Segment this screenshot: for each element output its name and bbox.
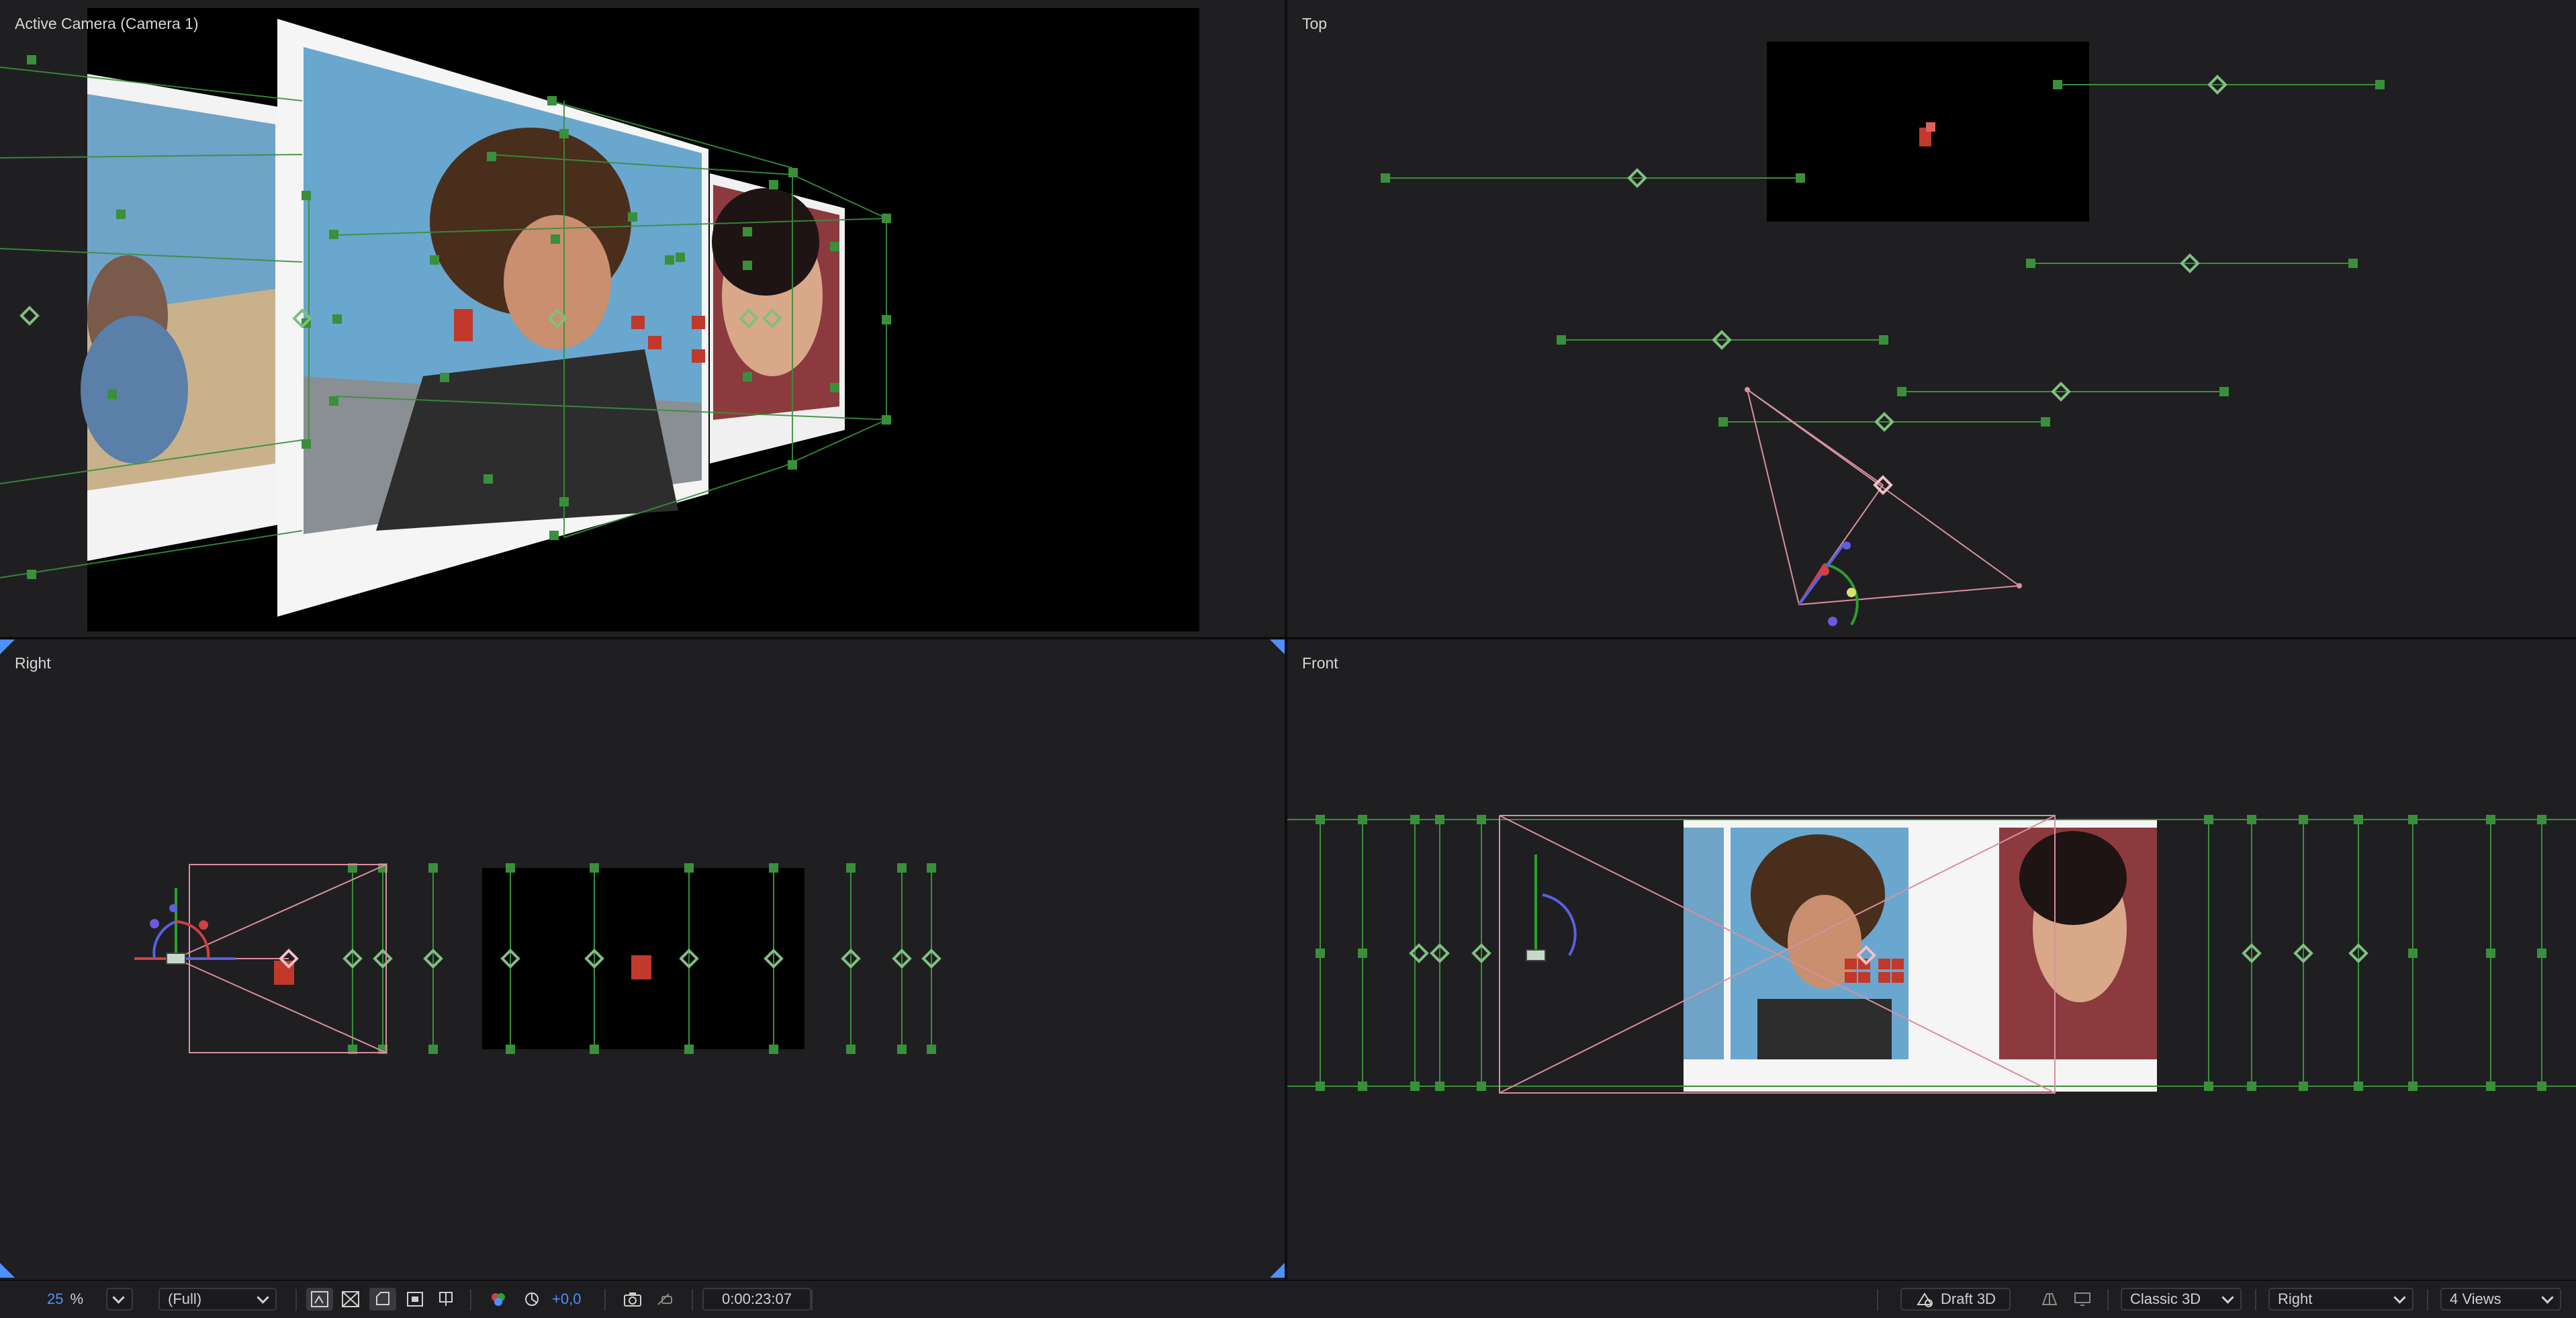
ground-plane-icon [2041, 1293, 2058, 1305]
renderer-label: Draft 3D [1941, 1290, 1996, 1307]
resolution-dropdown[interactable]: (Full) [158, 1288, 277, 1311]
camera-icon [624, 1292, 641, 1307]
viewer-statusbar: 25 % (Full) +0,0 0:00:23:07 Draft 3D Cla… [0, 1280, 2576, 1318]
view-value: Right [2278, 1290, 2313, 1307]
viewport-front[interactable]: Front [1287, 640, 2576, 1278]
draft-3d-button[interactable]: Draft 3D [1900, 1288, 2011, 1311]
renderer-dropdown[interactable]: Classic 3D [2121, 1288, 2242, 1311]
front-scene [1287, 815, 2576, 1094]
viewport-title: Front [1302, 654, 1338, 672]
transparency-grid-button[interactable] [337, 1288, 364, 1311]
chevron-down-icon [112, 1290, 125, 1304]
zoom-dropdown[interactable] [106, 1288, 133, 1311]
transparency-grid-icon [342, 1291, 359, 1307]
viewport-title: Active Camera (Camera 1) [15, 15, 199, 32]
viewport-title: Top [1302, 15, 1328, 32]
layout-value: 4 Views [2450, 1290, 2501, 1307]
current-time-field[interactable]: 0:00:23:07 [702, 1288, 811, 1311]
region-icon [407, 1292, 423, 1307]
exposure-value[interactable]: +0,0 [552, 1288, 581, 1311]
extended-viewer-icon [2074, 1292, 2090, 1306]
chevron-down-icon [257, 1290, 269, 1304]
show-snapshot-button[interactable] [651, 1288, 678, 1311]
draft-3d-icon [1917, 1292, 1933, 1307]
exposure-icon [525, 1292, 539, 1306]
chevron-down-icon [2221, 1290, 2234, 1304]
zoom-value[interactable]: 25 [47, 1290, 63, 1308]
top-scene [1381, 42, 2385, 626]
resolution-value: (Full) [168, 1290, 202, 1307]
viewport-active-camera[interactable]: Active Camera (Camera 1) [0, 0, 1285, 637]
region-of-interest-button[interactable] [402, 1288, 428, 1311]
viewport-top[interactable]: Top [1287, 0, 2576, 637]
view-layout-dropdown[interactable]: 4 Views [2440, 1288, 2561, 1311]
extended-viewer-button[interactable] [2070, 1288, 2097, 1311]
chevron-down-icon [2393, 1290, 2406, 1304]
reset-exposure-button[interactable] [518, 1288, 545, 1311]
vertical-divider[interactable] [1285, 0, 1287, 1280]
fast-previews-button[interactable] [306, 1288, 333, 1311]
timecode-value: 0:00:23:07 [722, 1290, 792, 1307]
renderer-mode-value: Classic 3D [2130, 1290, 2201, 1307]
chevron-down-icon [2541, 1290, 2554, 1304]
mask-visibility-button[interactable] [369, 1288, 396, 1311]
fast-previews-icon [311, 1291, 328, 1307]
zoom-unit: % [70, 1290, 84, 1307]
grid-guides-icon [439, 1292, 453, 1306]
mask-icon [376, 1292, 389, 1305]
3d-view-dropdown[interactable]: Right [2268, 1288, 2413, 1311]
snapshot-button[interactable] [619, 1288, 646, 1311]
right-scene [134, 863, 941, 1054]
3d-ground-plane-button[interactable] [2036, 1288, 2063, 1311]
active-camera-scene [0, 8, 1199, 631]
viewport-right[interactable]: Right [0, 640, 1285, 1278]
horizontal-divider[interactable] [0, 637, 2576, 640]
color-channels-button[interactable] [485, 1288, 512, 1311]
viewport-title: Right [15, 654, 51, 672]
color-channels-icon [492, 1293, 505, 1306]
grid-guides-button[interactable] [434, 1288, 461, 1311]
show-snapshot-icon [657, 1293, 672, 1305]
zoom-control[interactable]: 25 % [47, 1288, 83, 1311]
